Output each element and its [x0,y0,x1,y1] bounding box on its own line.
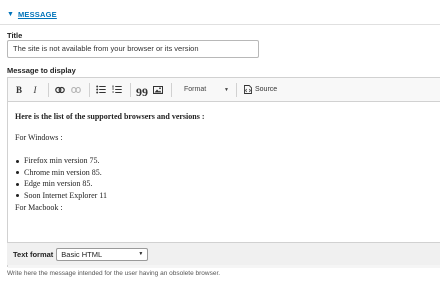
link-icon [55,86,65,93]
text-format-value: Basic HTML [61,249,103,259]
title-label: Title [7,31,23,40]
chevron-down-icon: ▼ [138,251,144,257]
caret-down-icon: ▼ [7,10,14,18]
content-heading: Here is the list of the supported browse… [15,112,205,121]
editor-toolbar: B I 99 Format ▼ Source [8,78,440,102]
divider [0,24,440,25]
source-button-label: Source [255,86,278,93]
text-format-row: Text format Basic HTML ▼ [7,242,440,265]
source-icon [244,85,252,94]
unlink-button[interactable] [69,82,83,98]
bulleted-list-button[interactable] [94,82,108,98]
editor-content[interactable]: Here is the list of the supported browse… [8,102,440,242]
format-dropdown[interactable]: Format ▼ [178,82,232,98]
image-icon [153,85,163,94]
rich-text-editor: B I 99 Format ▼ Source Here is the list … [7,77,440,268]
italic-button[interactable]: I [28,82,42,98]
text-format-label: Text format [13,249,54,259]
message-details: ▼ MESSAGE Title The site is not availabl… [0,0,440,288]
toolbar-separator [48,82,49,97]
bulleted-list-icon [96,85,106,94]
toolbar-separator [171,82,172,97]
macbook-label: For Macbook : [15,203,63,212]
list-item: Chrome min version 85. [15,167,433,179]
browser-list: Firefox min version 75. Chrome min versi… [15,155,433,201]
toolbar-separator [236,82,237,97]
numbered-list-button[interactable] [110,82,124,98]
image-button[interactable] [151,82,165,98]
title-input[interactable]: The site is not available from your brow… [7,40,259,58]
text-format-select[interactable]: Basic HTML ▼ [56,247,149,261]
chevron-down-icon: ▼ [224,86,229,93]
list-item: Edge min version 85. [15,178,433,190]
help-text: Write here the message intended for the … [7,270,221,277]
section-toggle-label[interactable]: MESSAGE [18,10,57,19]
toolbar-separator [89,82,90,97]
numbered-list-icon [112,85,122,93]
message-label: Message to display [7,66,76,75]
list-item: Firefox min version 75. [15,155,433,167]
list-item: Soon Internet Explorer 11 [15,190,433,202]
format-dropdown-label: Format [184,86,207,93]
blockquote-button[interactable]: 99 [135,82,149,98]
link-button[interactable] [53,82,67,98]
windows-label: For Windows : [15,133,63,142]
toolbar-separator [130,82,131,97]
bold-button[interactable]: B [12,82,26,98]
unlink-icon [71,86,81,93]
message-section-toggle[interactable]: ▼ MESSAGE [7,7,57,21]
source-button[interactable]: Source [241,85,280,94]
